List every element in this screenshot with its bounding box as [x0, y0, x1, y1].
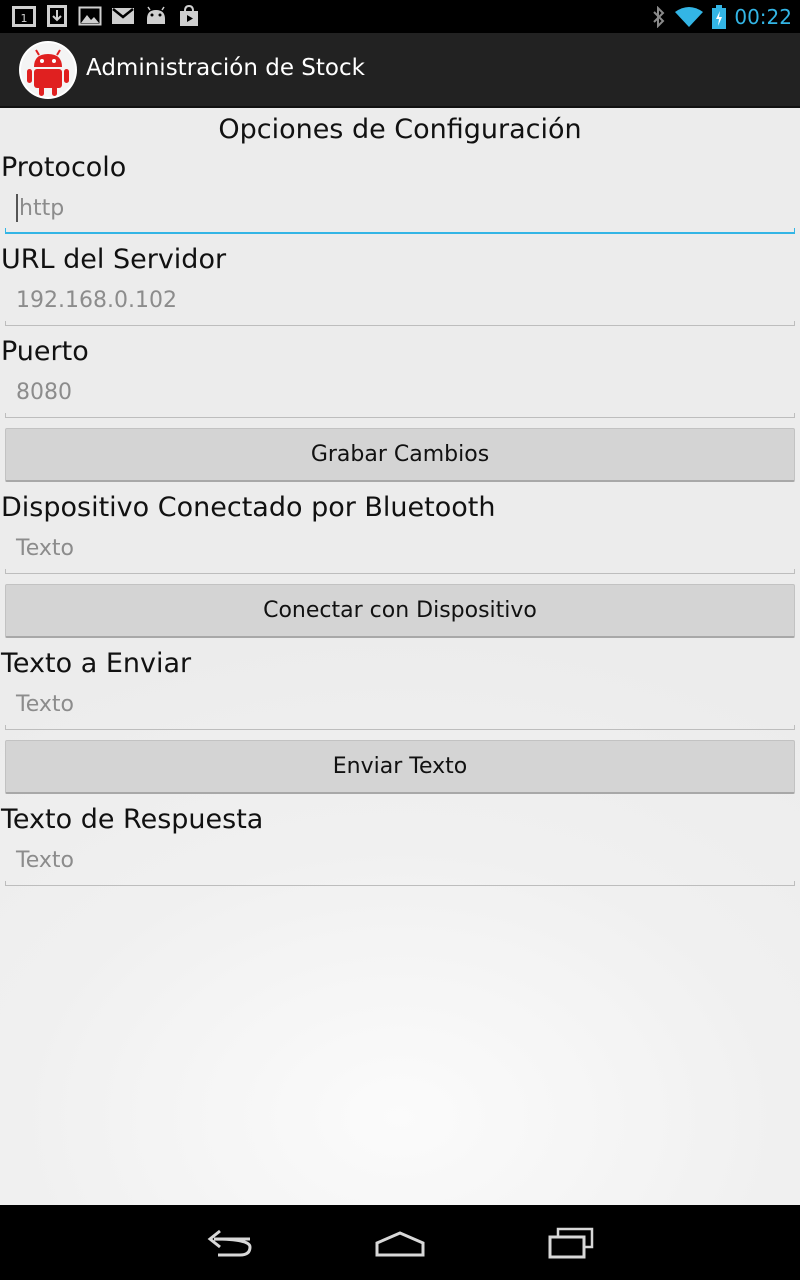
server-url-input[interactable]: 192.168.0.102 [5, 286, 795, 326]
port-value: 8080 [16, 380, 72, 405]
android-icon [147, 6, 165, 24]
input-underline [5, 569, 795, 574]
response-text-label: Texto de Respuesta [1, 804, 264, 835]
server-url-value: 192.168.0.102 [16, 288, 177, 313]
bluetooth-device-placeholder: Texto [16, 536, 74, 561]
send-text-input[interactable]: Texto [5, 690, 795, 730]
notification-icons: 1 [12, 5, 201, 27]
send-text-label: Texto a Enviar [1, 648, 192, 679]
section-title: Opciones de Configuración [218, 114, 582, 145]
action-bar: Administración de Stock [0, 33, 800, 108]
recent-apps-icon[interactable] [540, 1227, 600, 1259]
bluetooth-device-label: Dispositivo Conectado por Bluetooth [1, 492, 496, 523]
connect-device-button[interactable]: Conectar con Dispositivo [5, 584, 795, 638]
system-icons: 00:22 [652, 4, 792, 30]
port-label: Puerto [1, 336, 89, 367]
input-underline [5, 725, 795, 730]
home-icon[interactable] [370, 1227, 430, 1259]
protocol-input[interactable]: http [5, 194, 795, 234]
send-text-placeholder: Texto [16, 692, 74, 717]
gmail-icon [112, 8, 134, 24]
app-title: Administración de Stock [86, 55, 365, 81]
input-underline [5, 321, 795, 326]
android-robot-icon[interactable] [18, 40, 78, 100]
response-text-placeholder: Texto [16, 848, 74, 873]
input-underline [5, 413, 795, 418]
protocol-value: http [19, 196, 65, 221]
download-icon [47, 5, 67, 27]
port-input[interactable]: 8080 [5, 378, 795, 418]
input-underline [5, 881, 795, 886]
protocol-label: Protocolo [1, 152, 127, 183]
server-label: URL del Servidor [1, 244, 227, 275]
settings-form: Opciones de Configuración Protocolo http… [0, 108, 800, 1205]
input-underline [5, 228, 795, 234]
clock: 00:22 [734, 5, 792, 29]
navigation-bar [0, 1205, 800, 1280]
bluetooth-device-input[interactable]: Texto [5, 534, 795, 574]
wifi-icon [675, 7, 704, 27]
calendar-icon: 1 [12, 6, 36, 27]
svg-text:1: 1 [21, 12, 28, 25]
image-icon [78, 6, 102, 26]
save-changes-button[interactable]: Grabar Cambios [5, 428, 795, 482]
battery-charging-icon [712, 5, 727, 29]
play-store-icon [180, 5, 198, 26]
text-cursor [16, 194, 18, 222]
back-icon[interactable] [200, 1227, 260, 1259]
status-bar: 1 00:22 [0, 0, 800, 33]
send-text-button[interactable]: Enviar Texto [5, 740, 795, 794]
bluetooth-icon [653, 6, 665, 28]
response-text-input[interactable]: Texto [5, 846, 795, 886]
